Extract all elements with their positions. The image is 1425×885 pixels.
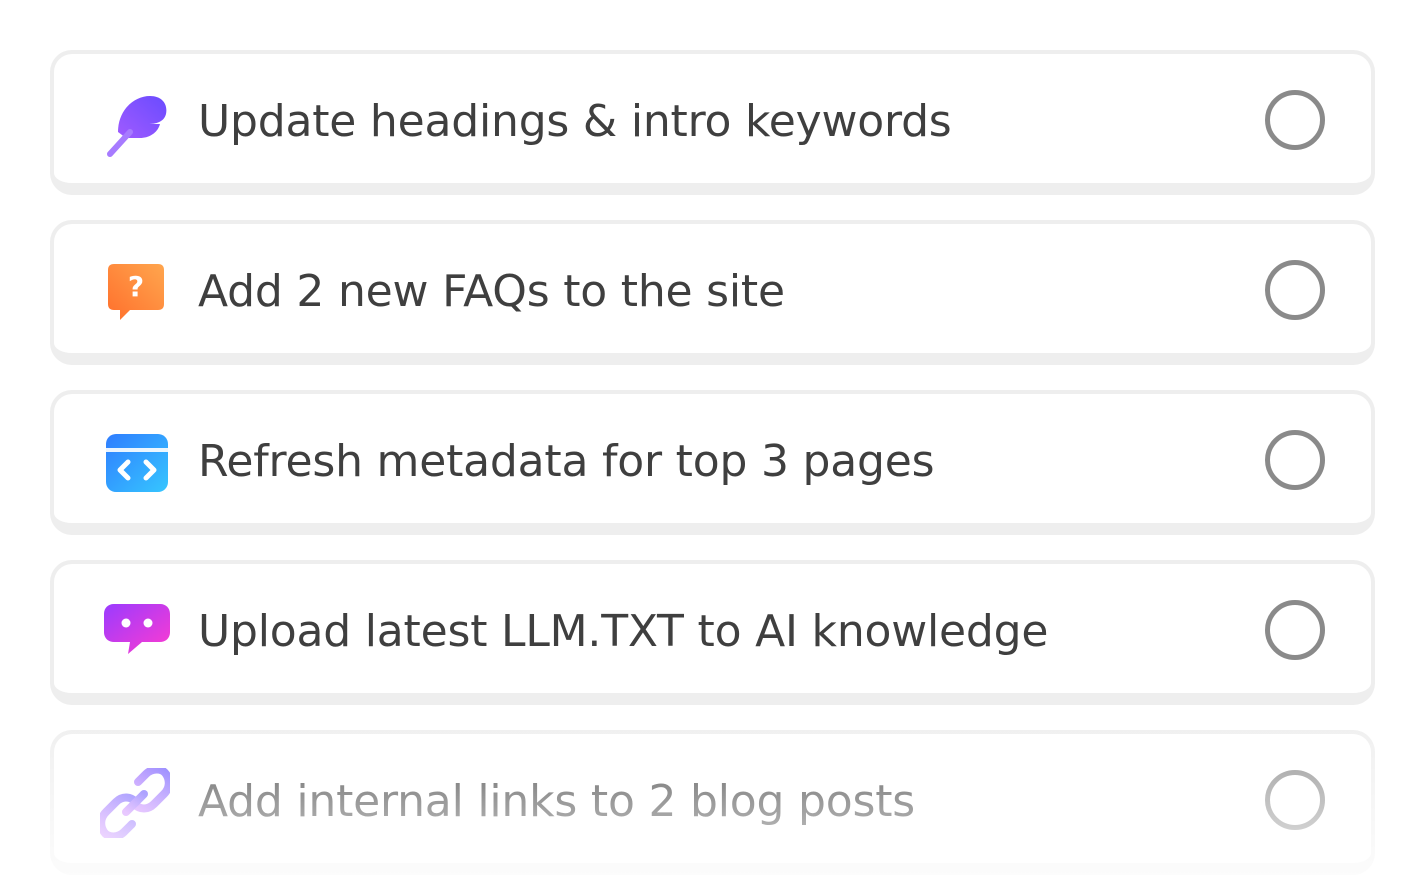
task-checkbox[interactable] bbox=[1265, 260, 1325, 320]
task-checkbox[interactable] bbox=[1265, 770, 1325, 830]
feather-pen-icon bbox=[100, 88, 170, 158]
link-icon bbox=[100, 768, 170, 838]
question-chat-icon: ? bbox=[100, 258, 170, 328]
task-label: Update headings & intro keywords bbox=[198, 96, 952, 147]
task-item[interactable]: Refresh metadata for top 3 pages bbox=[50, 390, 1375, 535]
task-checkbox[interactable] bbox=[1265, 600, 1325, 660]
chat-bubble-icon bbox=[100, 598, 170, 668]
task-item[interactable]: Add internal links to 2 blog posts bbox=[50, 730, 1375, 875]
task-label: Refresh metadata for top 3 pages bbox=[198, 436, 935, 487]
task-label: Add internal links to 2 blog posts bbox=[198, 776, 915, 827]
svg-text:?: ? bbox=[128, 270, 144, 303]
task-label: Add 2 new FAQs to the site bbox=[198, 266, 785, 317]
code-window-icon bbox=[100, 428, 170, 498]
task-item[interactable]: ? Add 2 new FAQs to the site bbox=[50, 220, 1375, 365]
task-checkbox[interactable] bbox=[1265, 90, 1325, 150]
task-label: Upload latest LLM.TXT to AI knowledge bbox=[198, 606, 1049, 657]
task-item[interactable]: Update headings & intro keywords bbox=[50, 50, 1375, 195]
task-checkbox[interactable] bbox=[1265, 430, 1325, 490]
task-item[interactable]: Upload latest LLM.TXT to AI knowledge bbox=[50, 560, 1375, 705]
